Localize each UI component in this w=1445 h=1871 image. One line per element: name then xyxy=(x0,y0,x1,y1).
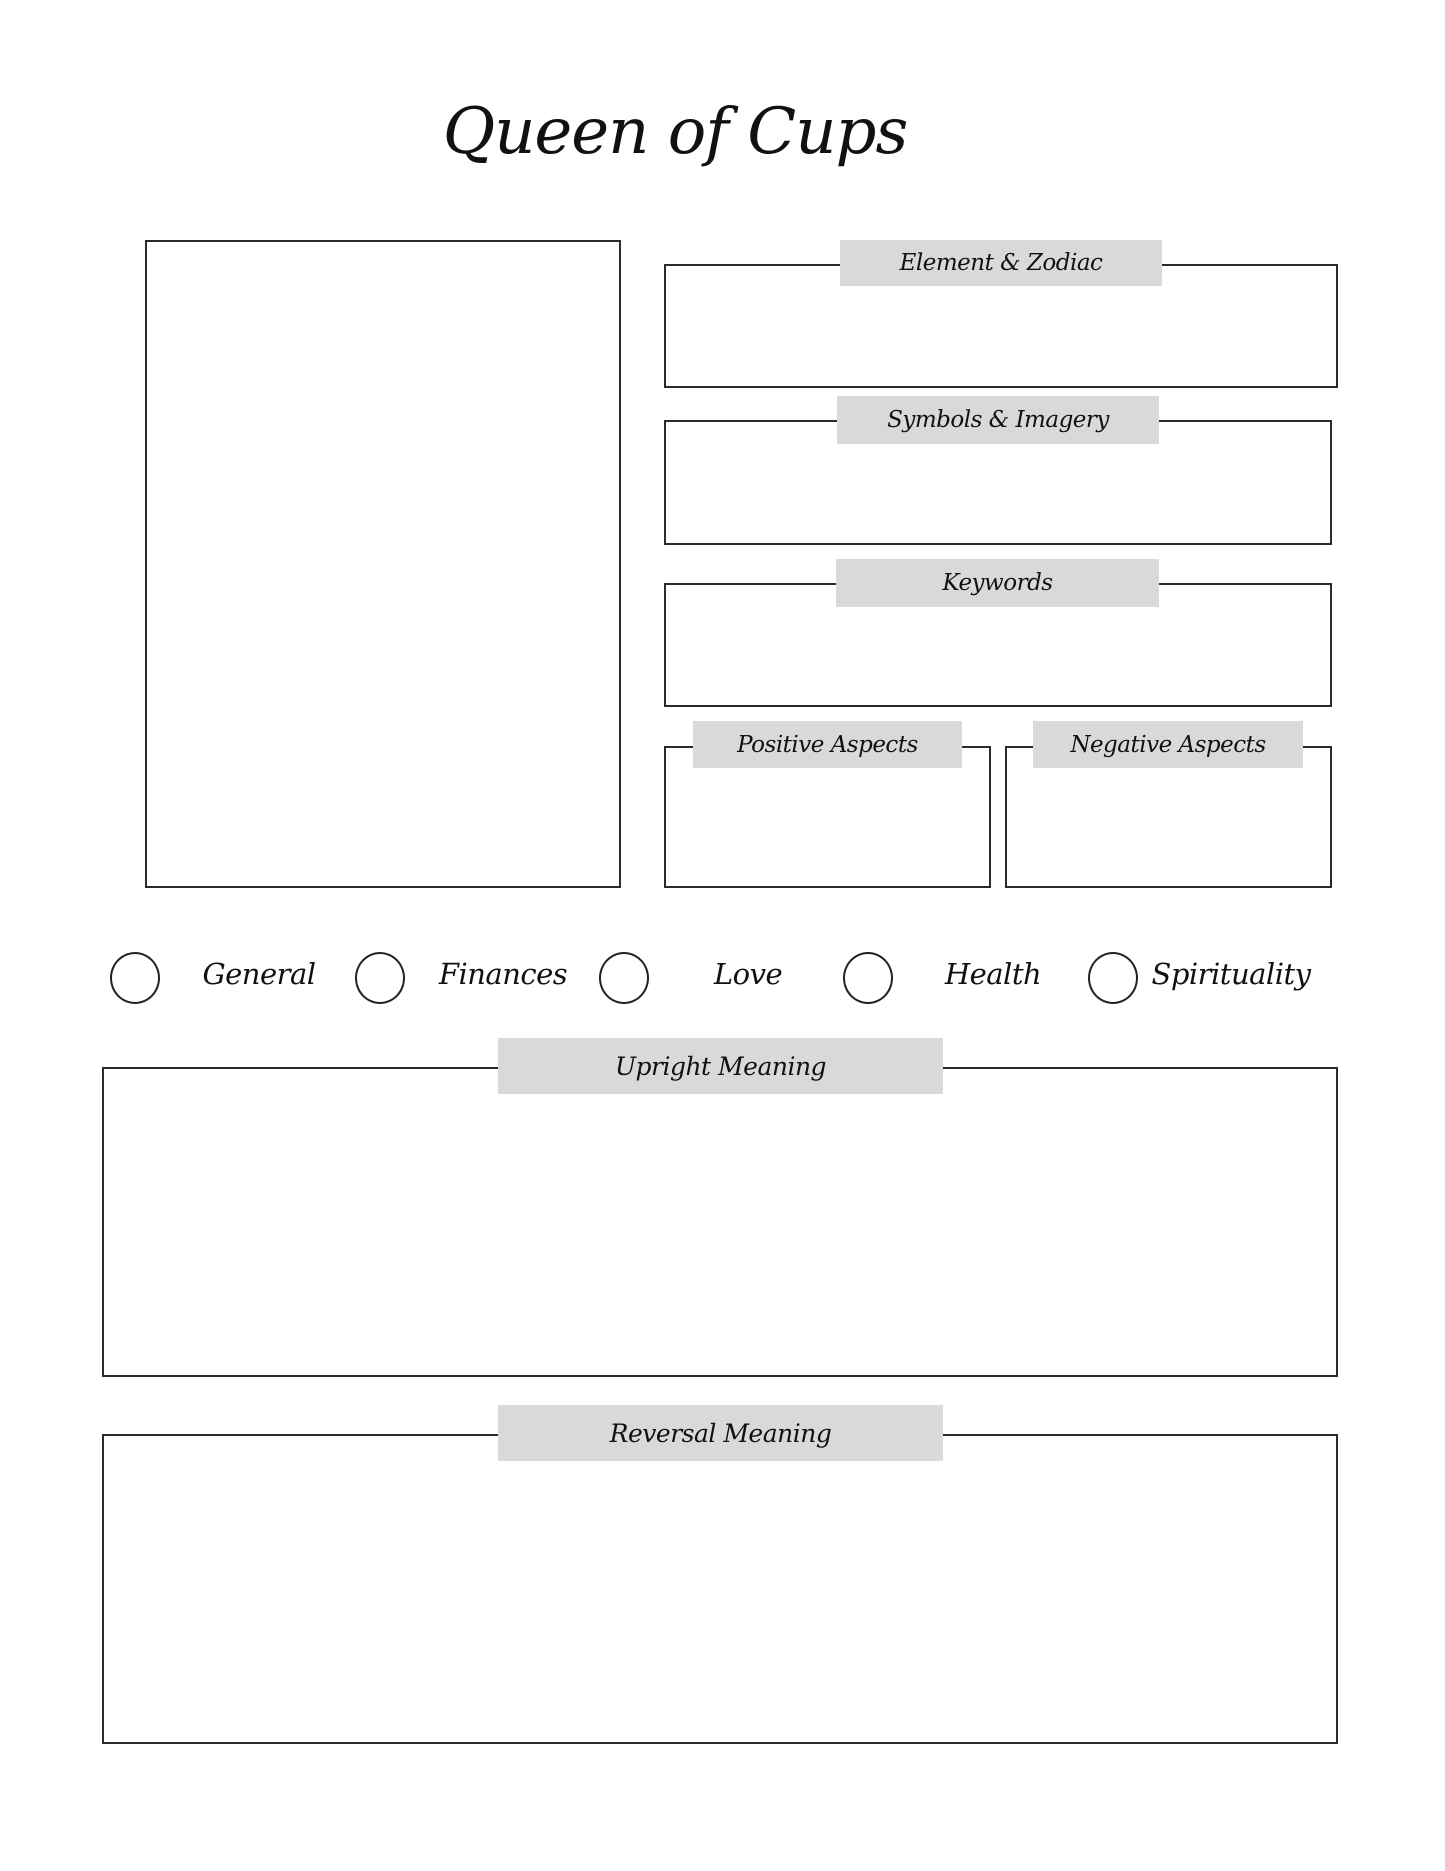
reversal-meaning-field[interactable] xyxy=(102,1434,1338,1744)
category-label-spirituality: Spirituality xyxy=(1151,957,1311,991)
category-label-health: Health xyxy=(944,957,1042,991)
category-checkbox-general[interactable] xyxy=(110,952,160,1004)
keywords-label: Keywords xyxy=(836,559,1159,607)
reversal-meaning-label: Reversal Meaning xyxy=(498,1405,943,1461)
upright-meaning-field[interactable] xyxy=(102,1067,1338,1377)
positive-aspects-label: Positive Aspects xyxy=(693,721,962,768)
category-checkbox-health[interactable] xyxy=(843,952,893,1004)
card-image-box[interactable] xyxy=(145,240,621,888)
category-label-finances: Finances xyxy=(438,957,568,991)
symbols-imagery-label: Symbols & Imagery xyxy=(837,396,1159,444)
category-label-general: General xyxy=(202,957,316,991)
page-title: Queen of Cups xyxy=(442,95,909,169)
category-checkbox-finances[interactable] xyxy=(355,952,405,1004)
category-checkbox-love[interactable] xyxy=(599,952,649,1004)
upright-meaning-label: Upright Meaning xyxy=(498,1038,943,1094)
category-checkbox-spirituality[interactable] xyxy=(1088,952,1138,1004)
element-zodiac-label: Element & Zodiac xyxy=(840,240,1162,286)
category-label-love: Love xyxy=(713,957,783,991)
negative-aspects-label: Negative Aspects xyxy=(1033,721,1303,768)
